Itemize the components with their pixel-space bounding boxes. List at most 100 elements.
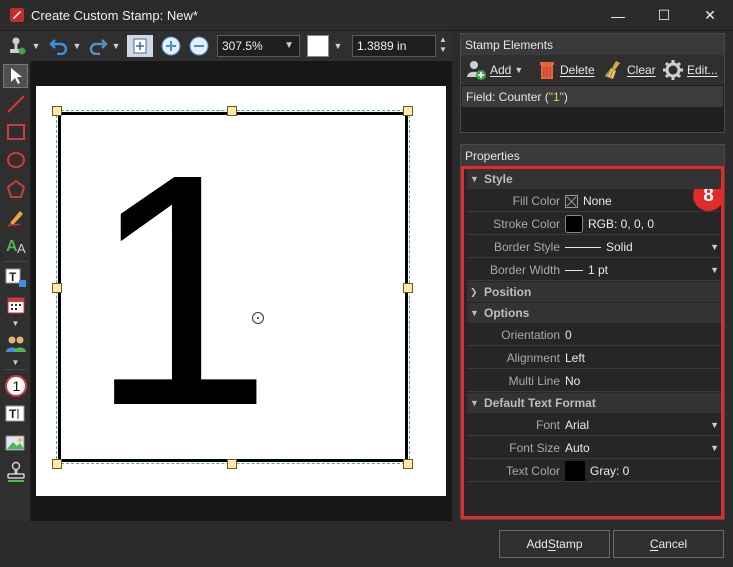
select-arrow-icon[interactable] — [3, 64, 28, 88]
chevron-down-icon[interactable]: ▼ — [3, 358, 28, 367]
property-text-color[interactable]: Text Color Gray: 0 — [467, 460, 721, 482]
dialog-footer: Add Stamp Cancel — [0, 521, 733, 567]
text-style-icon[interactable]: AA — [3, 233, 28, 257]
property-multi-line[interactable]: Multi Line No — [467, 370, 721, 392]
section-options[interactable]: ▼ Options — [467, 303, 721, 323]
chevron-down-icon[interactable]: ▼ — [332, 35, 344, 57]
chevron-down-icon: ▼ — [470, 174, 479, 184]
stamp-page[interactable]: 1 — [36, 86, 446, 496]
calendar-icon[interactable] — [3, 293, 28, 317]
broom-icon — [605, 61, 620, 79]
fit-page-icon[interactable] — [127, 35, 153, 57]
clear-elements-button[interactable]: Clear — [602, 58, 656, 82]
svg-text:T: T — [9, 270, 17, 284]
edit-label: Edit... — [687, 63, 718, 77]
add-stamp-label-prefix: Add — [526, 537, 548, 551]
list-item-selected-field[interactable]: Field: Counter ("1") — [462, 86, 723, 107]
resize-handle[interactable] — [403, 106, 413, 116]
center-point-icon[interactable] — [251, 311, 265, 325]
add-stamp-label-accesskey: S — [547, 537, 556, 551]
chevron-down-icon[interactable]: ▼ — [710, 236, 719, 258]
text-color-value: Gray: 0 — [590, 464, 630, 478]
line-icon[interactable] — [3, 92, 28, 116]
property-font[interactable]: Font Arial ▼ — [467, 414, 721, 436]
font-label: Font — [535, 418, 560, 432]
orientation-value: 0 — [565, 328, 572, 342]
chevron-down-icon[interactable]: ▼ — [3, 319, 28, 328]
resize-handle[interactable] — [227, 459, 237, 469]
properties-title: Properties — [461, 145, 724, 166]
polygon-icon[interactable] — [3, 177, 28, 201]
property-border-style[interactable]: Border Style Solid ▼ — [467, 236, 721, 258]
property-orientation[interactable]: Orientation 0 — [467, 324, 721, 346]
stamp-icon[interactable] — [4, 35, 30, 57]
color-swatch[interactable] — [307, 35, 329, 57]
chevron-down-icon[interactable]: ▼ — [72, 35, 82, 57]
resize-handle[interactable] — [403, 459, 413, 469]
chevron-down-icon[interactable]: ▼ — [111, 35, 121, 57]
chevron-down-icon[interactable]: ▼ — [710, 414, 719, 436]
maximize-button[interactable]: ☐ — [641, 0, 687, 31]
minimize-button[interactable]: — — [595, 0, 641, 31]
section-style[interactable]: ▼ Style — [467, 169, 721, 189]
resize-handle[interactable] — [52, 106, 62, 116]
zoom-select[interactable]: 307.5% ▼ — [217, 35, 300, 57]
rectangle-icon[interactable] — [3, 120, 28, 144]
add-stamp-button[interactable]: Add Stamp — [499, 530, 610, 558]
width-value: 1.3889 in — [357, 39, 407, 53]
stamp-tool-icon[interactable] — [3, 460, 28, 484]
close-button[interactable]: ✕ — [687, 0, 733, 31]
delete-element-button[interactable]: Delete — [537, 58, 595, 82]
resize-handle[interactable] — [52, 459, 62, 469]
add-label: Add — [490, 63, 512, 77]
color-swatch-icon — [565, 461, 585, 481]
section-default-text-format[interactable]: ▼ Default Text Format — [467, 393, 721, 413]
property-stroke-color[interactable]: Stroke Color RGB: 0, 0, 0 — [467, 213, 721, 235]
counter-field[interactable]: 1 — [56, 110, 410, 464]
image-icon[interactable] — [3, 431, 28, 455]
property-border-width[interactable]: Border Width 1 pt ▼ — [467, 259, 721, 281]
add-user-icon — [467, 61, 486, 80]
zoom-in-icon[interactable] — [159, 35, 183, 57]
property-alignment[interactable]: Alignment Left — [467, 347, 721, 369]
property-font-size[interactable]: Font Size Auto ▼ — [467, 437, 721, 459]
line-sample-icon — [565, 246, 601, 248]
orientation-label: Orientation — [501, 328, 560, 342]
resize-handle[interactable] — [403, 283, 413, 293]
window-title: Create Custom Stamp: New* — [31, 7, 198, 23]
gear-icon — [663, 60, 683, 80]
cancel-label-suffix: ancel — [658, 537, 688, 551]
text-box-icon[interactable]: T — [3, 402, 28, 426]
users-icon[interactable] — [3, 332, 28, 356]
zoom-out-icon[interactable] — [187, 35, 211, 57]
ellipse-icon[interactable] — [3, 148, 28, 172]
undo-icon[interactable] — [46, 35, 72, 57]
tool-sidebar: AA T ▼ ▼ 1 T — [0, 61, 31, 521]
resize-handle[interactable] — [227, 106, 237, 116]
edit-element-button[interactable]: Edit... — [662, 58, 718, 82]
width-input[interactable]: 1.3889 in — [352, 35, 436, 57]
redo-icon[interactable] — [85, 35, 111, 57]
pencil-icon[interactable] — [3, 205, 28, 229]
chevron-down-icon[interactable]: ▼ — [710, 259, 719, 281]
delete-label: Delete — [560, 63, 595, 77]
resize-handle[interactable] — [52, 283, 62, 293]
line-sample-icon — [565, 269, 583, 271]
cancel-button[interactable]: Cancel — [613, 530, 724, 558]
spinner-arrows-icon[interactable]: ▲ ▼ — [437, 35, 449, 57]
field-value: "1" — [548, 89, 564, 104]
add-element-button[interactable]: Add ▼ — [465, 58, 523, 82]
svg-text:T: T — [9, 407, 17, 421]
counter-icon[interactable]: 1 — [3, 374, 28, 398]
stamp-elements-toolbar: Add ▼ Delete Clear Edit... — [461, 55, 724, 85]
property-fill-color[interactable]: Fill Color None — [467, 190, 721, 212]
chevron-down-icon[interactable]: ▼ — [30, 35, 42, 57]
chevron-down-icon[interactable]: ▼ — [710, 437, 719, 459]
border-style-value: Solid — [606, 240, 633, 254]
canvas-area[interactable]: 1 — [31, 61, 452, 521]
chevron-down-icon: ▼ — [470, 398, 479, 408]
section-position[interactable]: ❯ Position — [467, 282, 721, 302]
text-field-icon[interactable]: T — [3, 266, 28, 290]
add-stamp-label-suffix: tamp — [555, 537, 583, 551]
stamp-elements-panel: Stamp Elements Add ▼ Delete Clear Edit..… — [460, 33, 725, 133]
